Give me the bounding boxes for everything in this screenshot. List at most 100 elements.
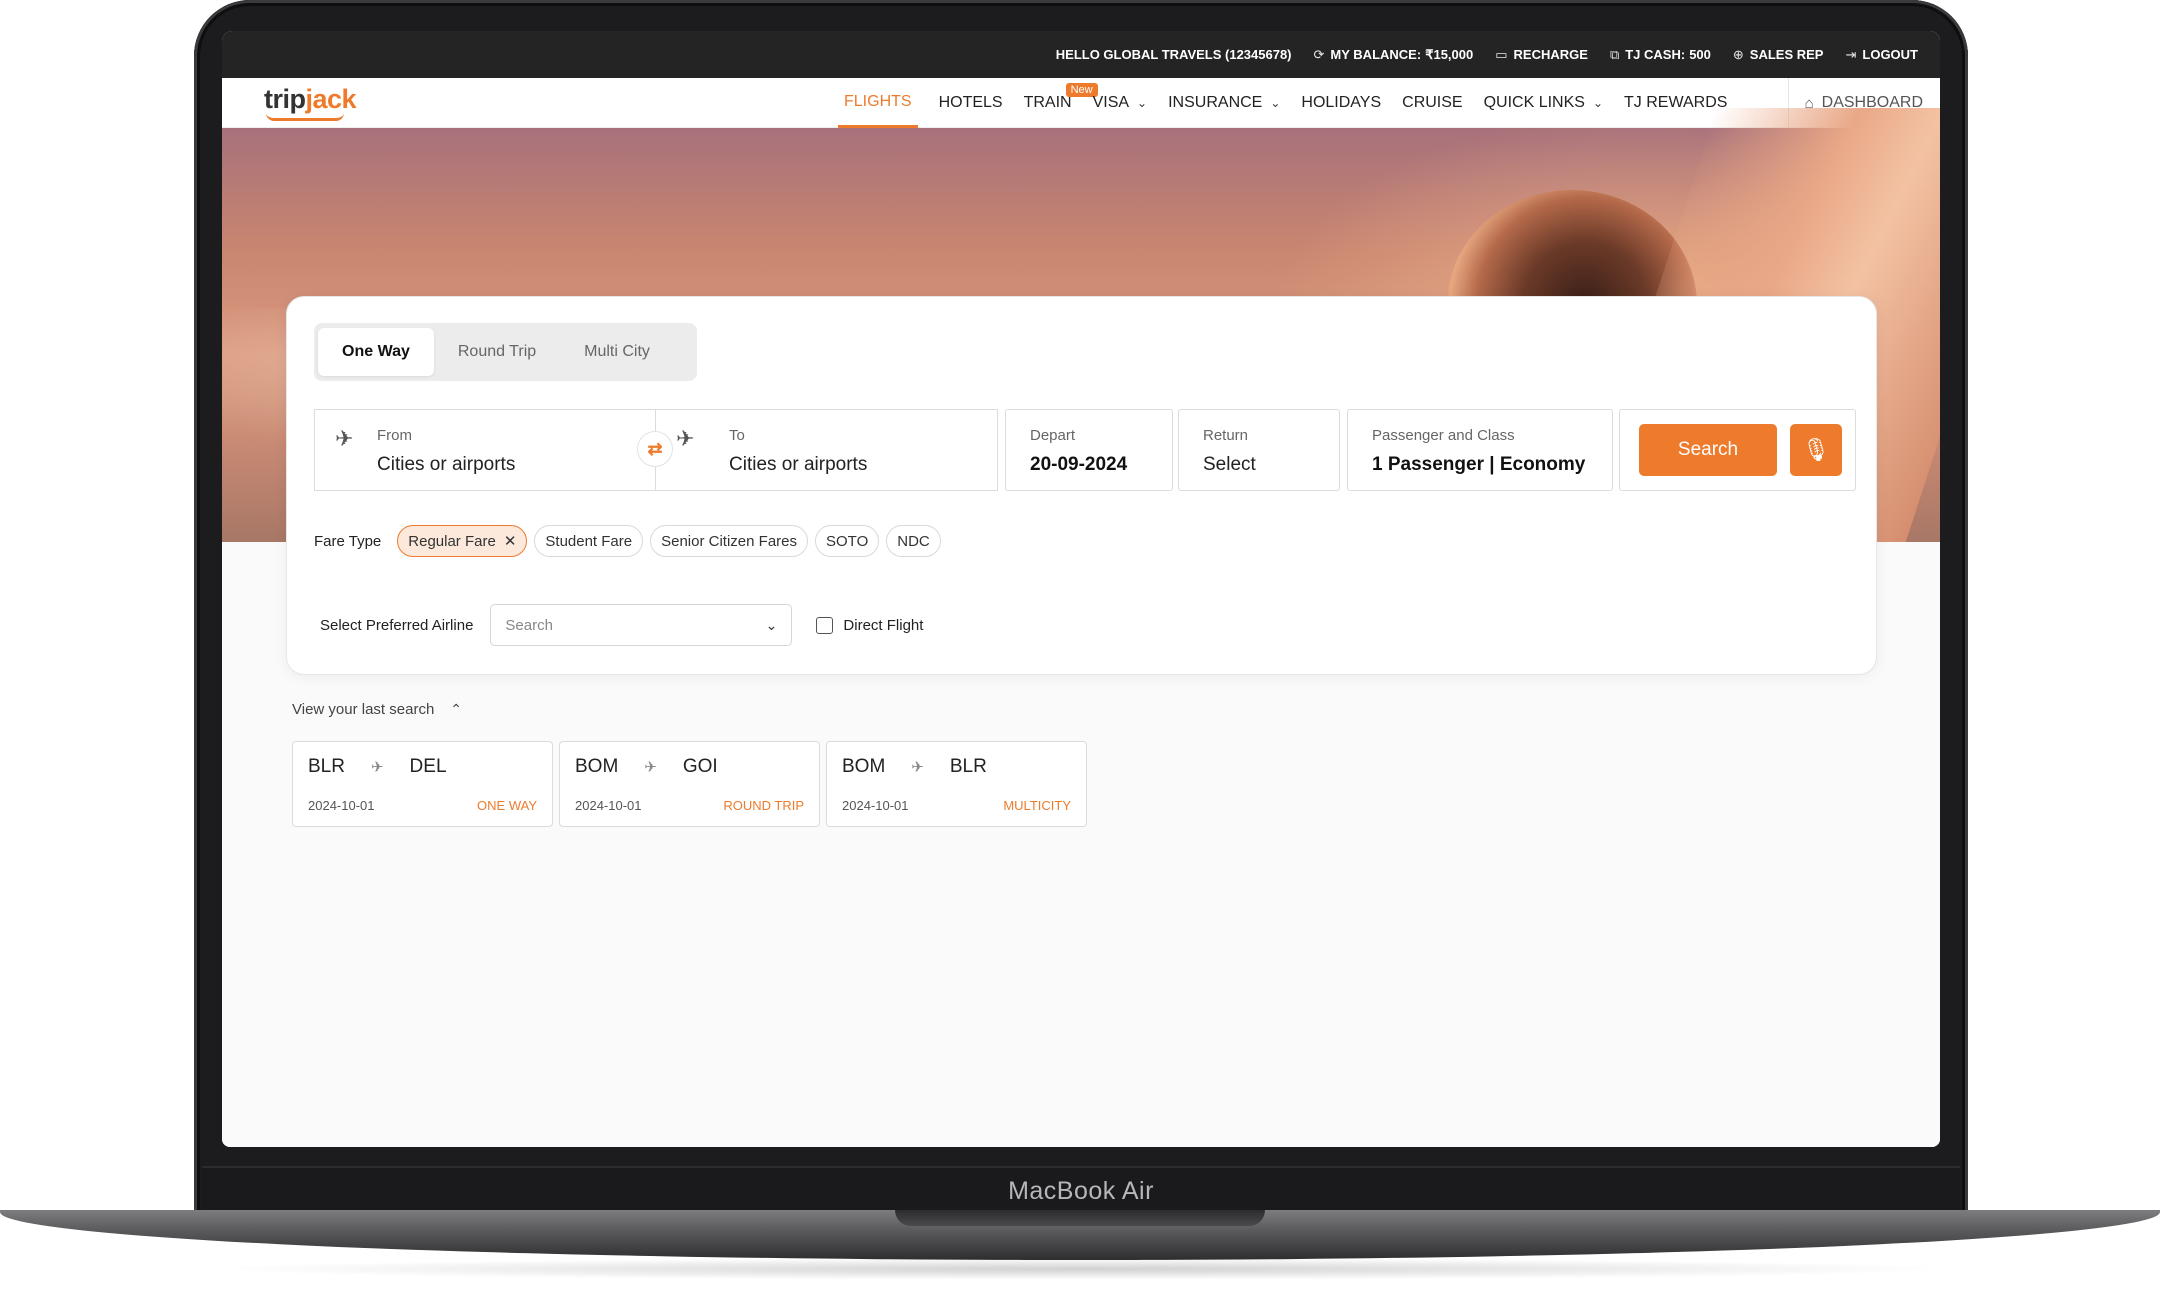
sales-rep-label: SALES REP	[1749, 47, 1824, 62]
main-navbar: tripjack FLIGHTS HOTELS TRAIN New VISA ⌄…	[222, 78, 1940, 128]
recharge-label: RECHARGE	[1513, 47, 1588, 62]
route-to: DEL	[409, 756, 447, 777]
fare-chip-student[interactable]: Student Fare	[534, 525, 644, 557]
nav-item-quick-links[interactable]: QUICK LINKS ⌄	[1484, 78, 1603, 128]
passenger-value: 1 Passenger | Economy	[1372, 454, 1586, 475]
recent-date: 2024-10-01	[842, 798, 909, 813]
chevron-down-icon: ⌄	[1270, 96, 1281, 110]
tj-cash[interactable]: ⧉ TJ CASH: 500	[1610, 47, 1711, 63]
search-button[interactable]: Search	[1639, 424, 1777, 476]
recent-route: BOM ✈ BLR	[842, 756, 987, 778]
tj-cash-label: TJ CASH:	[1625, 47, 1686, 62]
nav-item-label: TRAIN	[1023, 94, 1072, 111]
tab-one-way[interactable]: One Way	[318, 328, 434, 376]
fare-chip-label: Regular Fare	[408, 532, 496, 550]
return-label: Return	[1203, 427, 1249, 444]
nav-item-label: FLIGHTS	[844, 92, 912, 110]
close-icon[interactable]: ✕	[504, 532, 517, 550]
direct-flight-checkbox[interactable]	[816, 616, 834, 634]
nav-item-holidays[interactable]: HOLIDAYS	[1301, 78, 1381, 128]
nav-item-hotels[interactable]: HOTELS	[939, 78, 1003, 128]
nav-item-label: HOLIDAYS	[1301, 94, 1382, 111]
recent-search-card[interactable]: BOM ✈ GOI 2024-10-01 ROUND TRIP	[559, 741, 820, 827]
passenger-class-field[interactable]: Passenger and Class 1 Passenger | Econom…	[1347, 409, 1613, 491]
to-field[interactable]: ✈ To Cities or airports	[655, 409, 998, 491]
logo-swoosh	[266, 113, 344, 121]
recent-trip-type: ONE WAY	[477, 798, 537, 813]
sales-rep-link[interactable]: ⊕ SALES REP	[1733, 47, 1824, 63]
tj-cash-value: 500	[1689, 47, 1711, 62]
return-value: Select	[1203, 454, 1256, 475]
nav-item-label: QUICK LINKS	[1483, 94, 1585, 111]
plane-icon: ✈	[370, 759, 384, 776]
recent-search-card[interactable]: BLR ✈ DEL 2024-10-01 ONE WAY	[292, 741, 553, 827]
plane-icon: ✈	[644, 759, 657, 776]
nav-item-visa[interactable]: VISA ⌄	[1093, 78, 1148, 128]
chevron-down-icon: ⌄	[1137, 96, 1148, 110]
nav-item-label: VISA	[1092, 94, 1130, 111]
nav-item-cruise[interactable]: CRUISE	[1402, 78, 1462, 128]
recent-route: BLR ✈ DEL	[308, 756, 447, 778]
trip-type-tabs: One Way Round Trip Multi City	[314, 323, 697, 381]
fare-type-row: Fare Type Regular Fare ✕ Student Fare Se…	[314, 524, 948, 558]
route-to: GOI	[682, 756, 718, 777]
coins-icon: ⧉	[1609, 46, 1620, 62]
preferred-airline-select[interactable]: Search ⌄	[490, 604, 793, 646]
device-label: MacBook Air	[202, 1166, 1960, 1214]
laptop-notch	[895, 1210, 1265, 1226]
chevron-up-icon: ⌃	[450, 701, 463, 717]
nav-item-label: CRUISE	[1402, 94, 1463, 111]
direct-flight-option[interactable]: Direct Flight	[816, 616, 923, 634]
nav-item-label: HOTELS	[938, 94, 1003, 111]
nav-item-label: INSURANCE	[1168, 94, 1263, 111]
route-to: BLR	[949, 756, 987, 777]
mic-button[interactable]: 🎙︎	[1790, 424, 1842, 476]
recent-trip-type: MULTICITY	[1003, 798, 1071, 813]
from-input: Cities or airports	[377, 454, 516, 475]
tab-round-trip[interactable]: Round Trip	[434, 328, 560, 376]
balance[interactable]: ⟳ MY BALANCE: ₹15,000	[1314, 47, 1474, 63]
balance-value: ₹15,000	[1425, 46, 1474, 62]
nav-item-train[interactable]: TRAIN New	[1023, 78, 1098, 128]
recent-route: BOM ✈ GOI	[575, 756, 718, 778]
logout-label: LOGOUT	[1862, 47, 1918, 62]
to-input: Cities or airports	[729, 454, 868, 475]
chevron-down-icon: ⌄	[1592, 96, 1604, 110]
tab-multi-city[interactable]: Multi City	[560, 328, 674, 376]
greeting: HELLO GLOBAL TRAVELS (12345678)	[1056, 47, 1292, 62]
screen: HELLO GLOBAL TRAVELS (12345678) ⟳ MY BAL…	[222, 31, 1940, 1147]
recharge-link[interactable]: ▭ RECHARGE	[1495, 47, 1588, 63]
flight-search-card: One Way Round Trip Multi City ✈ From Cit…	[286, 296, 1877, 675]
swap-icon[interactable]: ⇄	[637, 431, 673, 467]
recent-date: 2024-10-01	[575, 798, 642, 813]
fare-chip-senior-citizen[interactable]: Senior Citizen Fares	[650, 525, 808, 557]
fare-chip-soto[interactable]: SOTO	[815, 525, 880, 557]
route-from: BLR	[308, 756, 345, 777]
recent-search-card[interactable]: BOM ✈ BLR 2024-10-01 MULTICITY	[826, 741, 1087, 827]
chevron-down-icon: ⌄	[765, 616, 778, 633]
laptop-shadow	[200, 1258, 1960, 1280]
account-topbar: HELLO GLOBAL TRAVELS (12345678) ⟳ MY BAL…	[222, 31, 1940, 78]
fare-type-label: Fare Type	[314, 532, 382, 550]
nav-item-insurance[interactable]: INSURANCE ⌄	[1168, 78, 1280, 128]
depart-label: Depart	[1030, 427, 1076, 444]
logo-jack: jack	[305, 84, 357, 114]
return-field[interactable]: Return Select	[1178, 409, 1340, 491]
depart-field[interactable]: Depart 20-09-2024	[1005, 409, 1173, 491]
fare-chip-regular[interactable]: Regular Fare ✕	[397, 525, 528, 557]
from-field[interactable]: ✈ From Cities or airports	[314, 409, 656, 491]
last-search-heading: View your last search	[292, 701, 435, 718]
last-search-toggle[interactable]: View your last search ⌃	[292, 701, 462, 718]
plane-icon: ✈	[911, 759, 924, 776]
logout-link[interactable]: ⇥ LOGOUT	[1845, 47, 1918, 63]
logo-trip: trip	[264, 84, 306, 114]
to-label: To	[729, 427, 745, 444]
nav-item-flights[interactable]: FLIGHTS	[838, 78, 918, 128]
support-icon: ⊕	[1732, 46, 1744, 62]
sync-icon: ⟳	[1313, 46, 1325, 62]
tripjack-logo[interactable]: tripjack	[264, 84, 357, 115]
nav-item-label: TJ REWARDS	[1624, 94, 1728, 111]
fare-chip-ndc[interactable]: NDC	[886, 525, 941, 557]
mic-icon: 🎙︎	[1802, 437, 1830, 462]
passenger-label: Passenger and Class	[1372, 427, 1515, 444]
